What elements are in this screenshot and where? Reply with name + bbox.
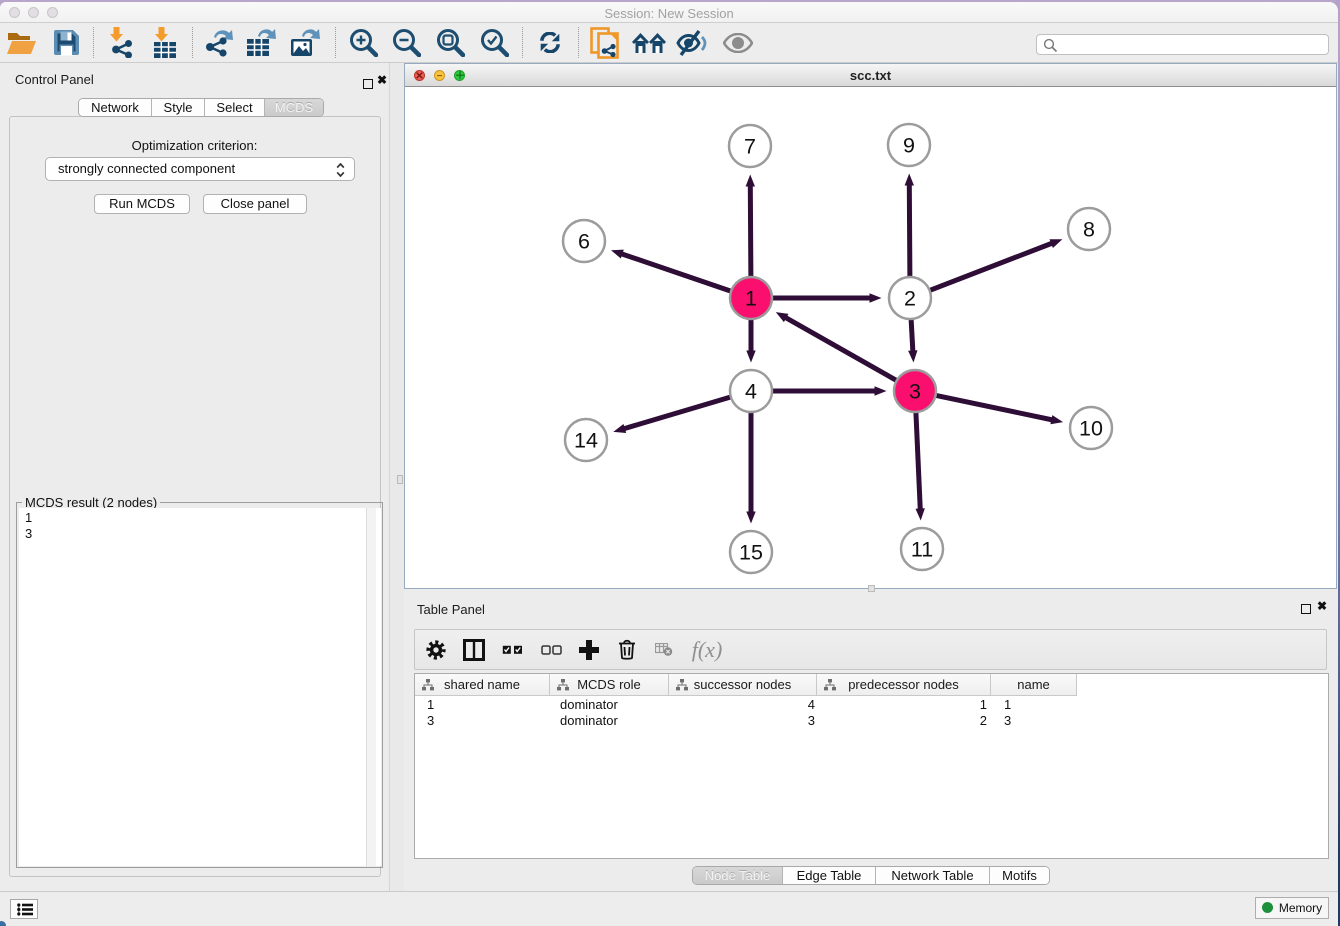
svg-text:9: 9 bbox=[903, 134, 915, 158]
svg-text:14: 14 bbox=[574, 429, 598, 453]
svg-text:4: 4 bbox=[745, 380, 757, 404]
svg-text:8: 8 bbox=[1083, 218, 1095, 242]
svg-text:3: 3 bbox=[909, 380, 921, 404]
svg-text:2: 2 bbox=[904, 287, 916, 311]
svg-text:15: 15 bbox=[739, 541, 763, 565]
svg-text:6: 6 bbox=[578, 230, 590, 254]
svg-text:11: 11 bbox=[911, 538, 933, 562]
svg-text:10: 10 bbox=[1079, 417, 1103, 441]
svg-text:1: 1 bbox=[745, 287, 757, 311]
svg-text:7: 7 bbox=[744, 135, 756, 159]
